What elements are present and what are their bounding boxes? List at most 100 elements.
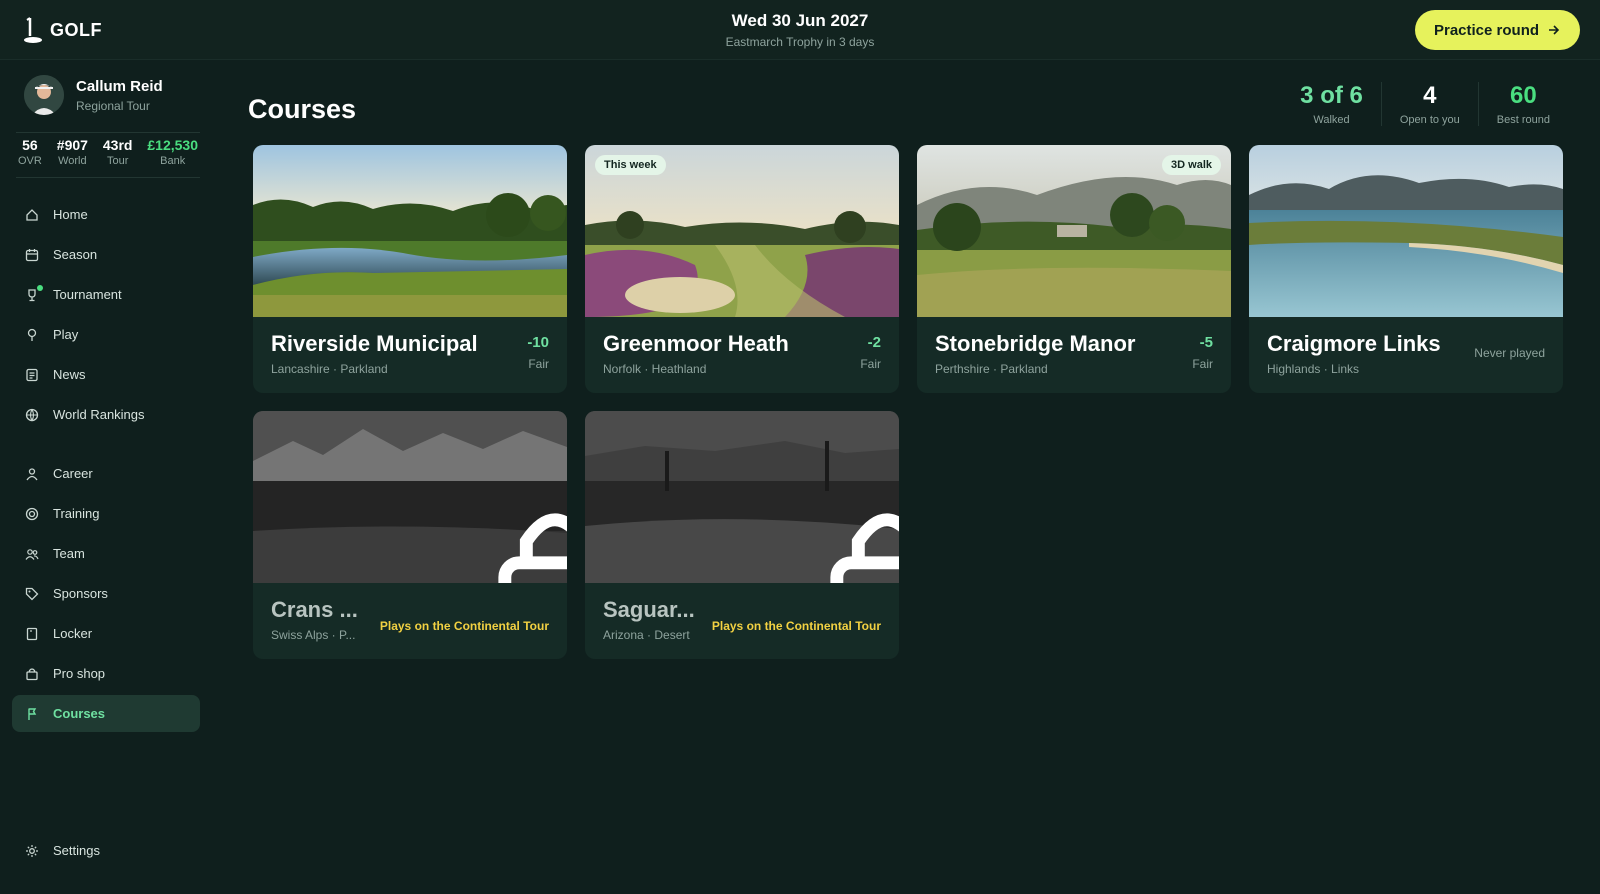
stat-label: World — [58, 155, 87, 167]
stat-label: Bank — [160, 155, 186, 167]
page-title: Courses — [248, 94, 357, 124]
nav-item-settings[interactable]: Settings — [12, 832, 200, 869]
course-image — [253, 145, 567, 317]
target-icon — [25, 507, 39, 520]
course-card-saguaro[interactable]: Saguar... Arizona · Desert Plays on the … — [585, 411, 899, 659]
nav-label: Sponsors — [53, 586, 108, 601]
course-best-score: -5 — [1199, 334, 1213, 351]
nav-label: News — [53, 367, 86, 382]
nav-item-home[interactable]: Home — [12, 196, 200, 233]
nav-label: Play — [53, 327, 79, 342]
course-image — [585, 411, 899, 583]
summary-label: Walked — [1313, 114, 1350, 126]
summary-walked: 3 of 6 Walked — [1282, 82, 1381, 126]
course-card-crans[interactable]: Crans ... Swiss Alps · P... Plays on the… — [253, 411, 567, 659]
course-grade: Fair — [528, 357, 549, 371]
player-stats: 56 OVR #907 World 43rd Tour £12,530 Bank — [16, 132, 200, 178]
course-location: Perthshire · Parkland — [935, 362, 1048, 376]
nav-item-locker[interactable]: Locker — [12, 615, 200, 652]
player-name: Callum Reid — [76, 78, 163, 95]
nav-item-sponsors[interactable]: Sponsors — [12, 575, 200, 612]
stat-value: 43rd — [102, 137, 133, 153]
app-logo[interactable]: GOLF — [22, 16, 102, 44]
course-card-stonebridge[interactable]: 3D walk Stonebridge Manor Perthshire · P… — [917, 145, 1231, 393]
course-location: Swiss Alps · P... — [271, 628, 356, 642]
nav-label: Pro shop — [53, 666, 106, 681]
course-grade: Fair — [860, 357, 881, 371]
gear-icon — [26, 844, 38, 857]
practice-round-label: Practice round — [1433, 21, 1540, 39]
summary-label: Best round — [1496, 114, 1550, 126]
summary-open: 4 Open to you — [1380, 82, 1478, 126]
course-best-score: -10 — [527, 334, 549, 351]
course-card-greenmoor[interactable]: This week Greenmoor Heath Norfolk · Heat… — [585, 145, 899, 393]
nav-label: Locker — [53, 626, 93, 641]
course-image — [1249, 145, 1563, 317]
player-profile[interactable]: Callum Reid Regional Tour — [24, 75, 163, 115]
locked-note: Plays on the Continental Tour — [379, 619, 549, 633]
nav-item-news[interactable]: News — [12, 356, 200, 393]
course-name: Saguar... — [603, 597, 695, 622]
locked-note: Plays on the Continental Tour — [711, 619, 881, 633]
nav-item-world-rankings[interactable]: World Rankings — [12, 396, 200, 433]
nav-item-play[interactable]: Play — [12, 316, 200, 353]
tag-icon — [25, 587, 39, 600]
nav-label: Home — [53, 207, 88, 222]
course-best-score: -2 — [867, 334, 881, 351]
practice-round-button[interactable]: Practice round — [1415, 10, 1580, 50]
nav-label: Team — [53, 546, 85, 561]
course-name: Craigmore Links — [1267, 331, 1441, 356]
summary-value: 4 — [1423, 82, 1437, 109]
course-grade: Fair — [1192, 357, 1213, 371]
stat-value: #907 — [56, 137, 88, 153]
next-event: Eastmarch Trophy in 3 days — [725, 35, 875, 49]
course-card-riverside[interactable]: Riverside Municipal Lancashire · Parklan… — [253, 145, 567, 393]
course-name: Riverside Municipal — [271, 331, 478, 356]
app-name: GOLF — [50, 19, 102, 40]
flag-icon — [28, 707, 37, 720]
nav-item-courses[interactable]: Courses — [12, 695, 200, 732]
course-image — [253, 411, 567, 583]
nav-item-career[interactable]: Career — [12, 455, 200, 492]
current-date: Wed 30 Jun 2027 — [731, 11, 869, 30]
locker-icon — [26, 627, 38, 640]
stat-world: #907 World — [57, 137, 88, 173]
main-nav: Home Season Tournament Play News World R… — [12, 196, 200, 735]
nav-label: Training — [53, 506, 100, 521]
golf-ball-icon — [27, 328, 37, 341]
nav-label: Courses — [53, 706, 106, 721]
course-status: Never played — [1474, 346, 1545, 360]
course-summary: 3 of 6 Walked 4 Open to you 60 Best roun… — [1282, 82, 1568, 126]
stat-value: 56 — [22, 137, 38, 153]
stat-value: £12,530 — [147, 137, 198, 153]
stat-label: Tour — [106, 155, 129, 167]
course-name: Crans ... — [271, 597, 358, 622]
course-location: Highlands · Links — [1267, 362, 1360, 376]
stat-tour: 43rd Tour — [103, 137, 133, 173]
nav-divider — [12, 436, 200, 455]
settings-area: Settings — [12, 832, 200, 872]
stat-bank: £12,530 Bank — [147, 137, 198, 173]
player-tour: Regional Tour — [76, 99, 150, 113]
course-name: Greenmoor Heath — [603, 331, 789, 356]
lock-icon — [498, 513, 567, 583]
user-icon — [26, 467, 38, 480]
course-location: Norfolk · Heathland — [603, 362, 707, 376]
golf-flag-logo-icon — [24, 17, 42, 43]
stat-label: OVR — [18, 155, 42, 167]
nav-item-pro-shop[interactable]: Pro shop — [12, 655, 200, 692]
home-icon — [26, 208, 38, 221]
calendar-icon — [25, 248, 39, 261]
course-location: Arizona · Desert — [603, 628, 690, 642]
globe-icon — [25, 408, 39, 422]
date-display: Wed 30 Jun 2027 Eastmarch Trophy in 3 da… — [600, 11, 1000, 49]
nav-item-tournament[interactable]: Tournament — [12, 276, 200, 313]
nav-label: Tournament — [53, 287, 122, 302]
course-card-craigmore[interactable]: Craigmore Links Highlands · Links Never … — [1249, 145, 1563, 393]
summary-label: Open to you — [1399, 114, 1460, 126]
nav-label: Season — [53, 247, 98, 262]
summary-value: 3 of 6 — [1300, 82, 1363, 109]
nav-item-team[interactable]: Team — [12, 535, 200, 572]
nav-item-season[interactable]: Season — [12, 236, 200, 273]
nav-item-training[interactable]: Training — [12, 495, 200, 532]
